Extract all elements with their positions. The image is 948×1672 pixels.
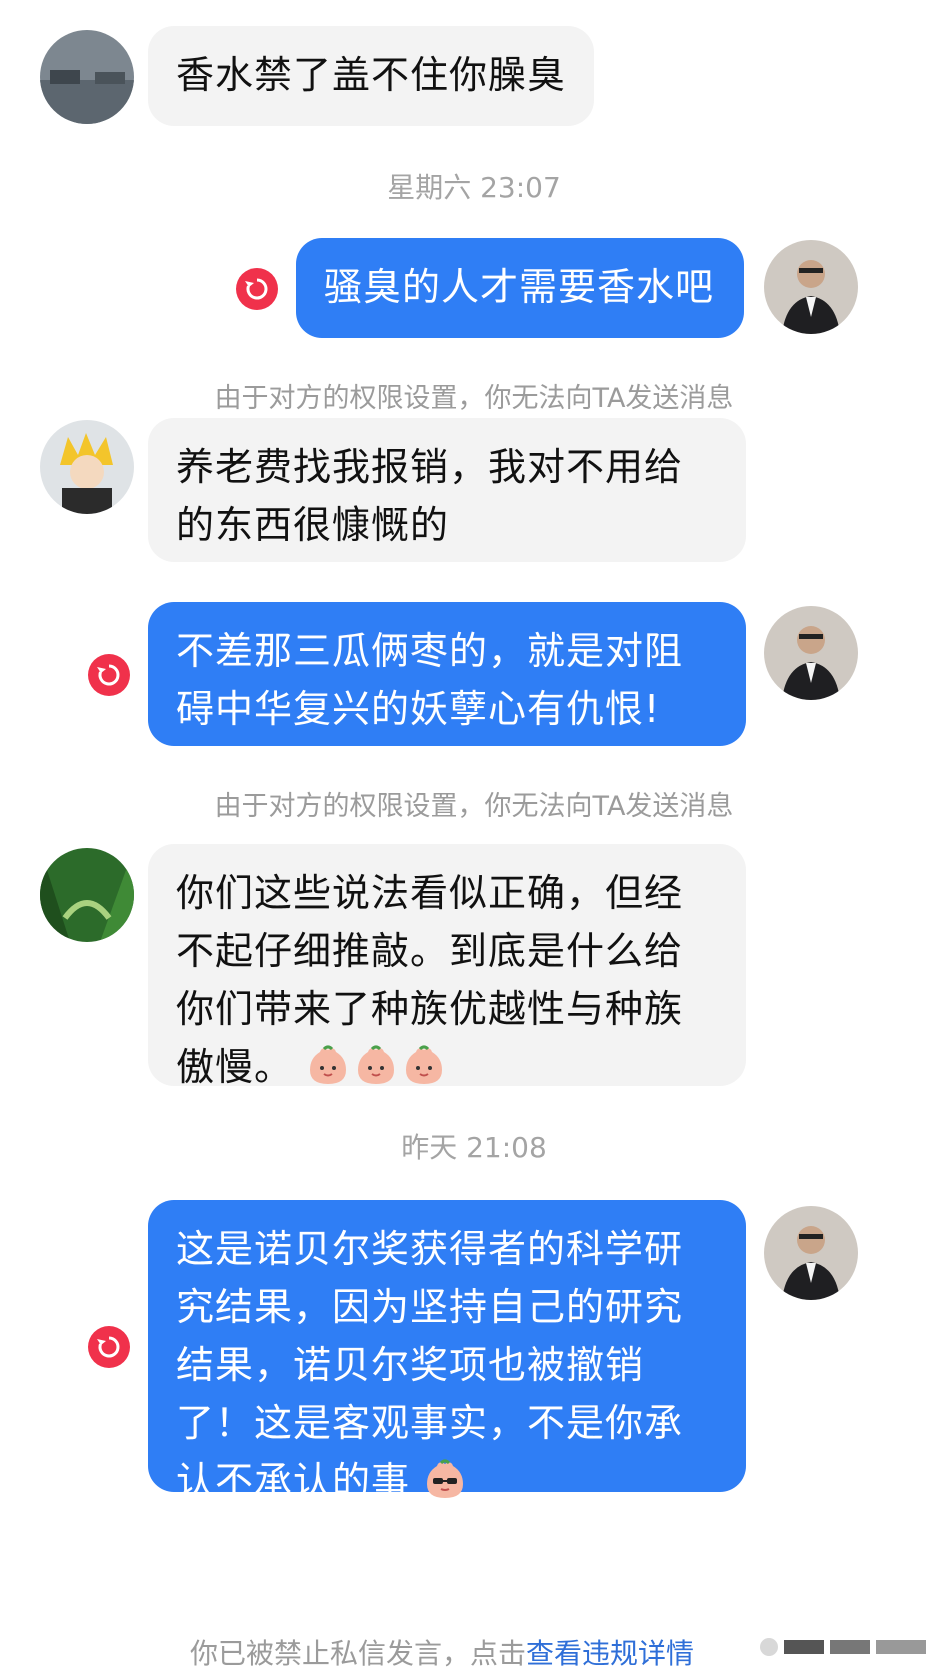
watermark-overlay <box>760 1636 930 1658</box>
permission-notice: 由于对方的权限设置，你无法向TA发送消息 <box>214 383 734 414</box>
message-text: 不差那三瓜俩枣的，就是对阻碍中华复兴的妖孽心有仇恨! <box>176 629 684 731</box>
incoming-message[interactable]: 养老费找我报销，我对不用给的东西很慷慨的 <box>148 418 746 562</box>
permission-notice: 由于对方的权限设置，你无法向TA发送消息 <box>214 791 734 822</box>
resend-icon[interactable] <box>88 1326 130 1368</box>
my-avatar[interactable] <box>764 240 858 334</box>
contact-avatar[interactable] <box>40 848 134 942</box>
chat-thread: 香水禁了盖不住你臊臭 星期六 23:07 骚臭的人才需要香水吧 由于对方的权限设… <box>0 0 948 1672</box>
peach-face-emoji <box>306 1045 450 1089</box>
message-text: 骚臭的人才需要香水吧 <box>324 265 715 309</box>
ban-notice-text: 你已被禁止私信发言，点击 <box>190 1637 527 1670</box>
my-avatar[interactable] <box>764 606 858 700</box>
view-violation-link[interactable]: 查看违规详情 <box>526 1637 694 1670</box>
ban-notice: 你已被禁止私信发言，点击查看违规详情 <box>190 1632 694 1672</box>
outgoing-message[interactable]: 这是诺贝尔奖获得者的科学研究结果，因为坚持自己的研究结果，诺贝尔奖项也被撤销了！… <box>148 1200 746 1503</box>
resend-icon[interactable] <box>236 268 278 310</box>
resend-icon[interactable] <box>88 654 130 696</box>
contact-avatar[interactable] <box>40 30 134 124</box>
timestamp: 星期六 23:07 <box>387 171 561 204</box>
my-avatar[interactable] <box>764 1206 858 1300</box>
timestamp: 昨天 21:08 <box>401 1131 547 1164</box>
message-text: 养老费找我报销，我对不用给的东西很慷慨的 <box>176 445 684 547</box>
outgoing-message[interactable]: 骚臭的人才需要香水吧 <box>296 238 744 338</box>
incoming-message[interactable]: 香水禁了盖不住你臊臭 <box>148 26 594 126</box>
message-text: 香水禁了盖不住你臊臭 <box>176 53 567 97</box>
contact-avatar[interactable] <box>40 420 134 514</box>
outgoing-message[interactable]: 不差那三瓜俩枣的，就是对阻碍中华复兴的妖孽心有仇恨! <box>148 602 746 746</box>
peach-sunglasses-emoji <box>423 1459 471 1503</box>
incoming-message[interactable]: 你们这些说法看似正确，但经不起仔细推敲。到底是什么给你们带来了种族优越性与种族傲… <box>148 844 746 1089</box>
